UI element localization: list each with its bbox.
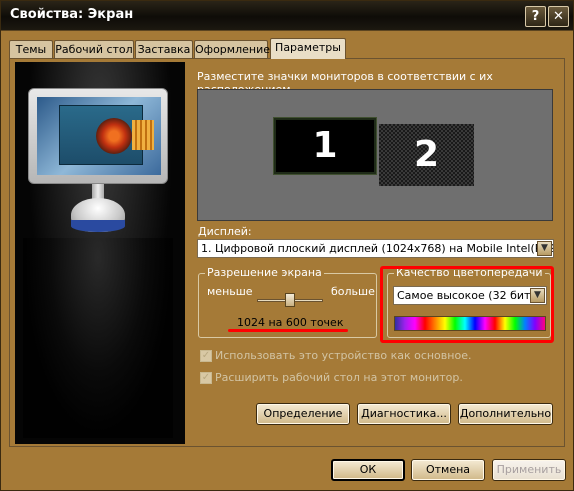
chevron-down-icon[interactable]: ▼ — [537, 241, 552, 256]
monitor-2-icon[interactable]: 2 — [379, 124, 474, 186]
extend-desktop-checkbox[interactable]: ✓ — [200, 372, 212, 384]
resolution-less-label: меньше — [207, 285, 253, 298]
display-properties-window: Свойства: Экран ? ✕ Темы Рабочий стол За… — [0, 0, 574, 491]
close-button[interactable]: ✕ — [548, 6, 569, 27]
resolution-group-title: Разрешение экрана — [205, 266, 324, 279]
display-select[interactable]: 1. Цифровой плоский дисплей (1024x768) н… — [197, 239, 554, 258]
red-underline-annotation — [228, 329, 348, 332]
ok-button[interactable]: ОК — [331, 459, 405, 481]
advanced-button[interactable]: Дополнительно — [458, 403, 553, 425]
tab-appearance[interactable]: Оформление — [194, 40, 270, 59]
monitor-1-icon[interactable]: 1 — [273, 117, 377, 175]
display-select-value: 1. Цифровой плоский дисплей (1024x768) н… — [201, 242, 554, 255]
monitor-arrangement-area[interactable]: 1 2 — [197, 89, 553, 221]
troubleshoot-button[interactable]: Диагностика... — [357, 403, 451, 425]
help-button[interactable]: ? — [525, 6, 546, 27]
apply-button[interactable]: Применить — [492, 459, 566, 481]
display-label: Дисплей: — [198, 225, 252, 238]
cancel-button[interactable]: Отмена — [411, 459, 485, 481]
settings-panel: Разместите значки мониторов в соответств… — [9, 58, 565, 447]
resolution-value: 1024 на 600 точек — [237, 316, 344, 329]
resolution-more-label: больше — [331, 285, 375, 298]
primary-device-checkbox[interactable]: ✓ — [200, 350, 212, 362]
monitor-image — [28, 88, 168, 184]
identify-button[interactable]: Определение — [256, 403, 350, 425]
tab-settings[interactable]: Параметры — [270, 38, 346, 59]
monitor-stand-image — [71, 184, 125, 232]
window-title: Свойства: Экран — [10, 7, 134, 22]
graphics-card-image — [59, 105, 154, 165]
extend-desktop-label: Расширить рабочий стол на этот монитор. — [215, 371, 463, 384]
resolution-slider-thumb[interactable] — [285, 293, 295, 307]
red-box-annotation — [380, 266, 554, 343]
tab-desktop[interactable]: Рабочий стол — [54, 40, 134, 59]
reflection — [23, 238, 173, 438]
tab-screensaver[interactable]: Заставка — [135, 40, 193, 59]
monitor-illustration — [15, 62, 185, 444]
title-bar[interactable]: Свойства: Экран ? ✕ — [1, 1, 573, 31]
tab-themes[interactable]: Темы — [9, 40, 53, 59]
primary-device-label: Использовать это устройство как основное… — [215, 349, 472, 362]
